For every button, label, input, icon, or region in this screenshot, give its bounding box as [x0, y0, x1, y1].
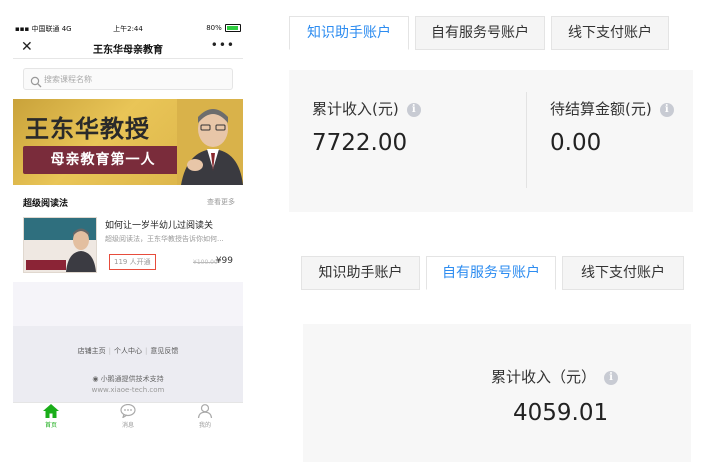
- total-income-text: 累计收入（元）: [491, 368, 597, 386]
- total-income-label: 累计收入（元） i: [491, 366, 619, 387]
- tab-offline-payment-account[interactable]: 线下支付账户: [551, 16, 669, 50]
- search-box[interactable]: [23, 68, 233, 90]
- total-income-text: 累计收入(元): [312, 100, 399, 118]
- course-thumbnail: [23, 217, 97, 273]
- bottom-tab-bar: 首页 消息 我的: [13, 402, 243, 430]
- tab-own-service-account[interactable]: 自有服务号账户: [426, 256, 556, 290]
- total-income-value: 4059.01: [513, 400, 609, 426]
- footer-links: 店铺主页 | 个人中心 | 意见反馈: [13, 346, 243, 356]
- portrait-image: [177, 99, 243, 185]
- thumbnail-portrait: [66, 228, 96, 272]
- tab-messages[interactable]: 消息: [108, 404, 148, 430]
- tech-support-text: 小鹅通提供技术支持: [100, 375, 164, 383]
- info-icon[interactable]: i: [659, 102, 674, 117]
- status-right: 80%: [206, 24, 241, 32]
- view-more-link[interactable]: 查看更多: [207, 197, 235, 207]
- tab-own-service-account[interactable]: 自有服务号账户: [415, 16, 545, 50]
- banner-title: 王东华教授: [25, 115, 150, 143]
- divider: |: [108, 347, 111, 355]
- course-card[interactable]: 如何让一岁半幼儿过阅读关 超级阅读法，王东华教授告诉你如何... 119 人开通…: [23, 217, 237, 275]
- message-icon: [120, 404, 136, 418]
- tab-home-label: 首页: [44, 422, 57, 429]
- pending-settlement-value: 0.00: [550, 130, 602, 156]
- info-icon[interactable]: i: [406, 102, 421, 117]
- tab-messages-label: 消息: [121, 422, 134, 429]
- course-title: 如何让一岁半幼儿过阅读关: [105, 221, 214, 231]
- banner-subtitle: 母亲教育第一人: [23, 146, 183, 174]
- account-stats-top: 累计收入(元) i 7722.00 待结算金额(元) i 0.00: [289, 70, 693, 212]
- battery-fill: [227, 26, 239, 30]
- tab-profile[interactable]: 我的: [185, 404, 225, 430]
- course-description: 超级阅读法，王东华教授告诉你如何...: [105, 235, 224, 243]
- footer-link-personal-center[interactable]: 个人中心: [114, 347, 142, 355]
- tech-support-note: ◉ 小鹅通提供技术支持: [13, 374, 243, 384]
- total-income-value: 7722.00: [312, 130, 408, 156]
- battery-icon: [225, 24, 241, 32]
- total-income-label: 累计收入(元) i: [312, 98, 421, 119]
- subscriber-count: 119 人开通: [109, 254, 156, 270]
- tab-knowledge-assistant-account[interactable]: 知识助手账户: [289, 16, 409, 50]
- section-title: 超级阅读法: [23, 199, 69, 209]
- home-icon: [43, 404, 59, 418]
- page-title: 王东华母亲教育: [93, 45, 163, 56]
- divider: |: [145, 347, 148, 355]
- account-tabs-bottom: 知识助手账户 自有服务号账户 线下支付账户: [301, 256, 691, 290]
- user-icon: [197, 404, 213, 418]
- thumbnail-badge: [26, 260, 66, 270]
- xiaoe-logo-icon: ◉: [92, 375, 99, 383]
- battery-percent: 80%: [206, 24, 222, 32]
- info-icon[interactable]: i: [604, 370, 619, 385]
- nav-bar: ✕ 王东华母亲教育 •••: [13, 36, 243, 59]
- section-header: 超级阅读法 查看更多: [23, 196, 235, 210]
- account-tabs-top: 知识助手账户 自有服务号账户 线下支付账户: [289, 16, 689, 50]
- account-stats-bottom: 累计收入（元） i 4059.01: [303, 324, 691, 462]
- footer-link-store-home[interactable]: 店铺主页: [78, 347, 106, 355]
- page-footer: 店铺主页 | 个人中心 | 意见反馈 ◉ 小鹅通提供技术支持 www.xiaoe-tec…: [13, 326, 243, 408]
- more-icon[interactable]: •••: [211, 38, 235, 52]
- mobile-store-page: ▪▪▪ 中国联通 4G 上午2:44 80% ✕ 王东华母亲教育 ••• 搜索课…: [13, 20, 243, 430]
- tab-offline-payment-account[interactable]: 线下支付账户: [562, 256, 684, 290]
- stat-divider: [526, 92, 527, 188]
- status-bar: ▪▪▪ 中国联通 4G 上午2:44 80%: [13, 20, 243, 36]
- promo-banner[interactable]: 王东华教授 母亲教育第一人: [13, 99, 243, 185]
- footer-link-feedback[interactable]: 意见反馈: [150, 347, 178, 355]
- tab-profile-label: 我的: [198, 422, 211, 429]
- screenshot-root: ▪▪▪ 中国联通 4G 上午2:44 80% ✕ 王东华母亲教育 ••• 搜索课…: [0, 0, 701, 462]
- course-price: ¥99: [215, 256, 233, 266]
- original-price: ¥100.00: [193, 259, 218, 266]
- pending-settlement-text: 待结算金额(元): [550, 100, 652, 118]
- tab-home[interactable]: 首页: [31, 404, 71, 430]
- pending-settlement-label: 待结算金额(元) i: [550, 98, 674, 119]
- tab-knowledge-assistant-account[interactable]: 知识助手账户: [301, 256, 420, 290]
- search-input[interactable]: [44, 69, 224, 89]
- footer-url: www.xiaoe-tech.com: [91, 386, 165, 394]
- search-icon: [30, 73, 42, 88]
